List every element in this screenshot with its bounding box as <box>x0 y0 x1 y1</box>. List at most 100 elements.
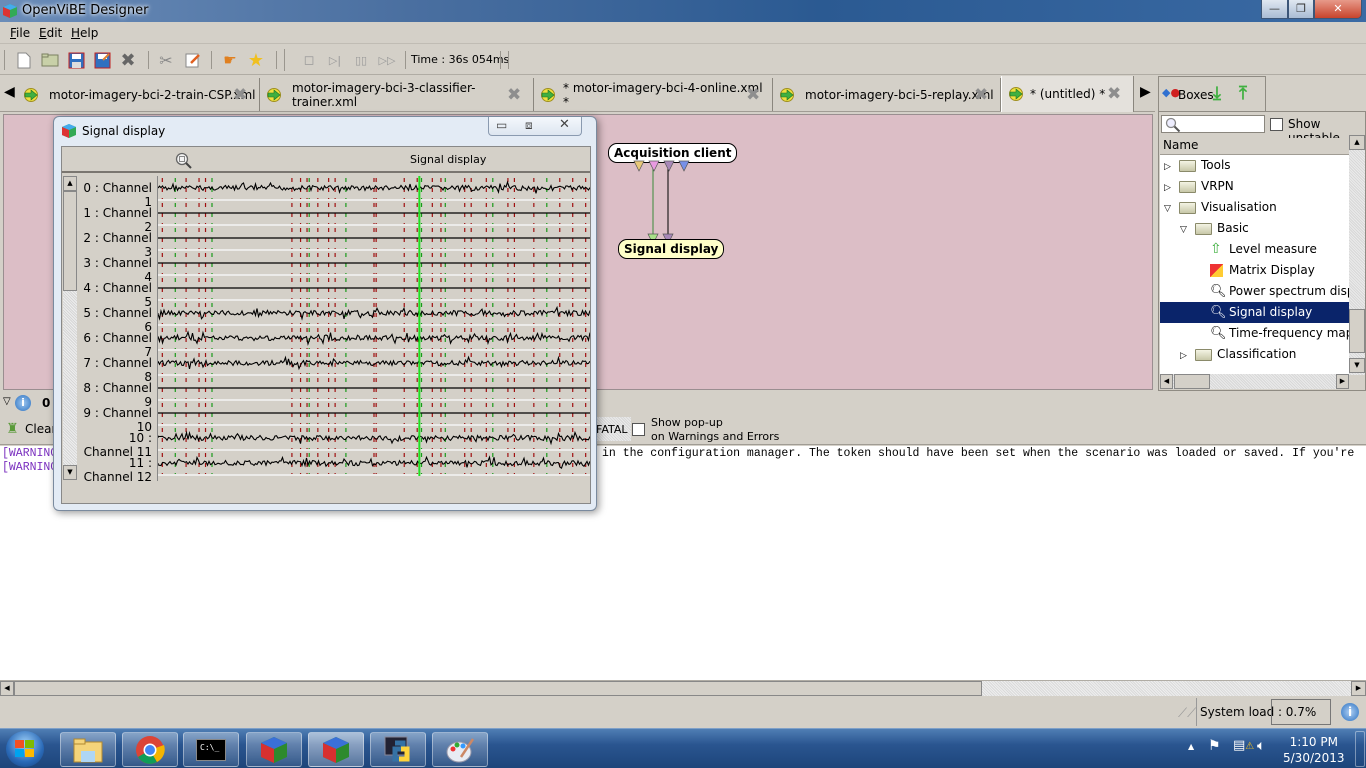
scroll-left-icon[interactable]: ◀ <box>0 681 14 696</box>
tree-vscrollbar[interactable]: ▲ ▼ <box>1349 135 1365 375</box>
show-unstable-checkbox[interactable] <box>1270 118 1283 131</box>
minimize-button[interactable]: — <box>1261 0 1288 19</box>
tree-item-basic[interactable]: ▽ Basic <box>1160 218 1349 239</box>
channel-label: 7 : Channel 8 <box>83 356 152 384</box>
windows-logo-icon <box>15 740 34 757</box>
tab-scroll-left-icon[interactable]: ◀ <box>4 84 15 100</box>
tab-close-icon[interactable]: ✖ <box>233 87 249 104</box>
fast-forward-icon[interactable]: ▷▷ <box>377 50 397 70</box>
signal-display-box[interactable]: Signal display <box>618 239 725 259</box>
tree-item-tools[interactable]: ▷ Tools <box>1160 155 1349 176</box>
zoom-icon[interactable] <box>175 152 192 169</box>
tree-item-label: VRPN <box>1201 179 1234 193</box>
fatal-filter-toggle[interactable]: FATAL <box>596 423 628 436</box>
tree-hscrollbar[interactable]: ◀ ▶ <box>1160 374 1349 389</box>
menu-file[interactable]: File <box>10 26 30 40</box>
collapse-expander-icon[interactable]: ▽ <box>3 396 11 407</box>
tree-item-vrpn[interactable]: ▷ VRPN <box>1160 176 1349 197</box>
tree-column-name[interactable]: Name <box>1160 138 1349 155</box>
stop-icon[interactable]: ◻ <box>299 50 319 70</box>
tab-scenario[interactable]: motor-imagery-bci-3-classifier-trainer.x… <box>260 78 534 111</box>
scroll-left-icon[interactable]: ◀ <box>1160 374 1173 389</box>
tree-item-signal-display[interactable]: 🔍︎ Signal display <box>1160 302 1349 323</box>
tab-scenario[interactable]: motor-imagery-bci-5-replay.xml ✖ <box>773 78 1001 111</box>
gtk-taskbar-button-active[interactable] <box>308 732 364 767</box>
tree-item-time-frequency-map-disp[interactable]: 🔍︎Time-frequency map disp <box>1160 323 1349 344</box>
hscroll-thumb[interactable] <box>14 681 982 696</box>
tree-item-label: Visualisation <box>1201 200 1277 214</box>
about-info-icon[interactable]: i <box>1341 703 1359 721</box>
show-desktop-button[interactable] <box>1355 731 1365 767</box>
close-button[interactable]: ✕ <box>559 117 570 132</box>
tab-scroll-right-icon[interactable]: ▶ <box>1140 84 1151 100</box>
show-popup-checkbox[interactable] <box>632 423 645 436</box>
tab-close-icon[interactable]: ✖ <box>746 87 762 104</box>
close-button[interactable]: ✕ <box>1314 0 1362 19</box>
open-icon[interactable] <box>40 50 60 70</box>
save-icon[interactable] <box>66 50 86 70</box>
volume-icon[interactable]: 🔈︎ <box>1257 738 1265 754</box>
settings-icon[interactable]: ✂ <box>156 50 176 70</box>
hscroll-thumb[interactable] <box>1174 374 1210 389</box>
paint-taskbar-button[interactable] <box>432 732 488 767</box>
tree-item-power-spectrum-display[interactable]: 🔍︎Power spectrum display <box>1160 281 1349 302</box>
expander-icon[interactable]: ▷ <box>1164 178 1179 199</box>
hand-cursor-icon[interactable]: ☛ <box>220 50 240 70</box>
save-as-icon[interactable] <box>92 50 112 70</box>
python-taskbar-button[interactable] <box>370 732 426 767</box>
signal-plot[interactable]: 3035 <box>158 176 590 480</box>
download-arrow-icon[interactable]: ⤓ <box>1213 83 1221 104</box>
scenario-arrow-icon <box>1008 87 1024 101</box>
restore-button[interactable]: ❐ <box>1288 0 1314 19</box>
restore-button[interactable]: ⧈ <box>525 118 533 133</box>
resize-grip-icon[interactable]: ⟋⟋ <box>1178 706 1196 721</box>
tab-close-icon[interactable]: ✖ <box>1107 86 1123 103</box>
minimize-button[interactable]: ▭ <box>496 118 507 132</box>
tab-close-icon[interactable]: ✖ <box>507 87 523 104</box>
output-connector <box>648 160 660 172</box>
boxes-panel: Show unstable Name ▷Tools▷VRPN▽Visualisa… <box>1158 111 1366 391</box>
tab-close-icon[interactable]: ✖ <box>974 87 990 104</box>
close-scenario-icon[interactable]: ✖ <box>118 50 138 71</box>
menu-help[interactable]: Help <box>71 26 98 40</box>
console-hscrollbar[interactable]: ◀ ▶ <box>0 680 1366 696</box>
tree-item-level-measure[interactable]: ⇧ Level measure <box>1160 239 1349 260</box>
scroll-up-icon[interactable]: ▲ <box>1349 135 1365 150</box>
pause-icon[interactable]: ▯▯ <box>351 50 371 70</box>
tree-item-visualisation[interactable]: ▽ Visualisation <box>1160 197 1349 218</box>
upload-arrow-icon[interactable]: ⤒ <box>1239 83 1247 104</box>
new-icon[interactable] <box>14 50 34 70</box>
tree-item-matrix-display[interactable]: Matrix Display <box>1160 260 1349 281</box>
box-search-input[interactable] <box>1161 115 1265 133</box>
show-popup-label-2: on Warnings and Errors <box>651 430 780 443</box>
star-icon[interactable]: ★ <box>246 50 266 71</box>
tab-scenario-active[interactable]: * (untitled) * ✖ <box>1001 76 1134 112</box>
show-hidden-icons[interactable]: ▲ <box>1188 742 1194 751</box>
chrome-taskbar-button[interactable] <box>122 732 178 767</box>
explorer-taskbar-button[interactable] <box>60 732 116 767</box>
scenario-tabs: ◀ motor-imagery-bci-2-train-CSP.xml ✖ mot… <box>0 76 1155 112</box>
menu-edit[interactable]: Edit <box>39 26 62 40</box>
taskbar-clock[interactable]: 1:10 PM 5/30/2013 <box>1283 734 1345 766</box>
scroll-right-icon[interactable]: ▶ <box>1351 681 1366 696</box>
start-button[interactable] <box>6 731 44 767</box>
step-icon[interactable]: ▷| <box>325 50 345 70</box>
expander-icon[interactable]: ▽ <box>1180 220 1195 241</box>
expander-icon[interactable]: ▷ <box>1164 157 1179 178</box>
cmd-taskbar-button[interactable]: C:\_ <box>183 732 239 767</box>
tab-scenario[interactable]: motor-imagery-bci-2-train-CSP.xml ✖ <box>17 78 260 111</box>
scroll-thumb[interactable] <box>1349 309 1365 353</box>
scroll-down-icon[interactable]: ▼ <box>1349 358 1365 373</box>
network-warning-icon[interactable]: ▤⚠ <box>1233 738 1254 753</box>
action-center-flag-icon[interactable]: ⚑ <box>1208 738 1221 754</box>
tab-scenario[interactable]: * motor-imagery-bci-4-online.xml * ✖ <box>534 78 773 111</box>
expander-icon[interactable]: ▷ <box>1180 346 1195 367</box>
broom-icon: ♜ <box>6 421 19 437</box>
scroll-right-icon[interactable]: ▶ <box>1336 374 1349 389</box>
tree-item-classification[interactable]: ▷ Classification <box>1160 344 1349 365</box>
expander-icon[interactable]: ▽ <box>1164 199 1179 220</box>
clear-button[interactable]: Clear <box>25 422 56 436</box>
boxes-tab[interactable]: ◆● Boxes ⤓ ⤒ <box>1158 76 1266 111</box>
gtk-taskbar-button[interactable] <box>246 732 302 767</box>
edit-comment-icon[interactable] <box>183 50 203 70</box>
